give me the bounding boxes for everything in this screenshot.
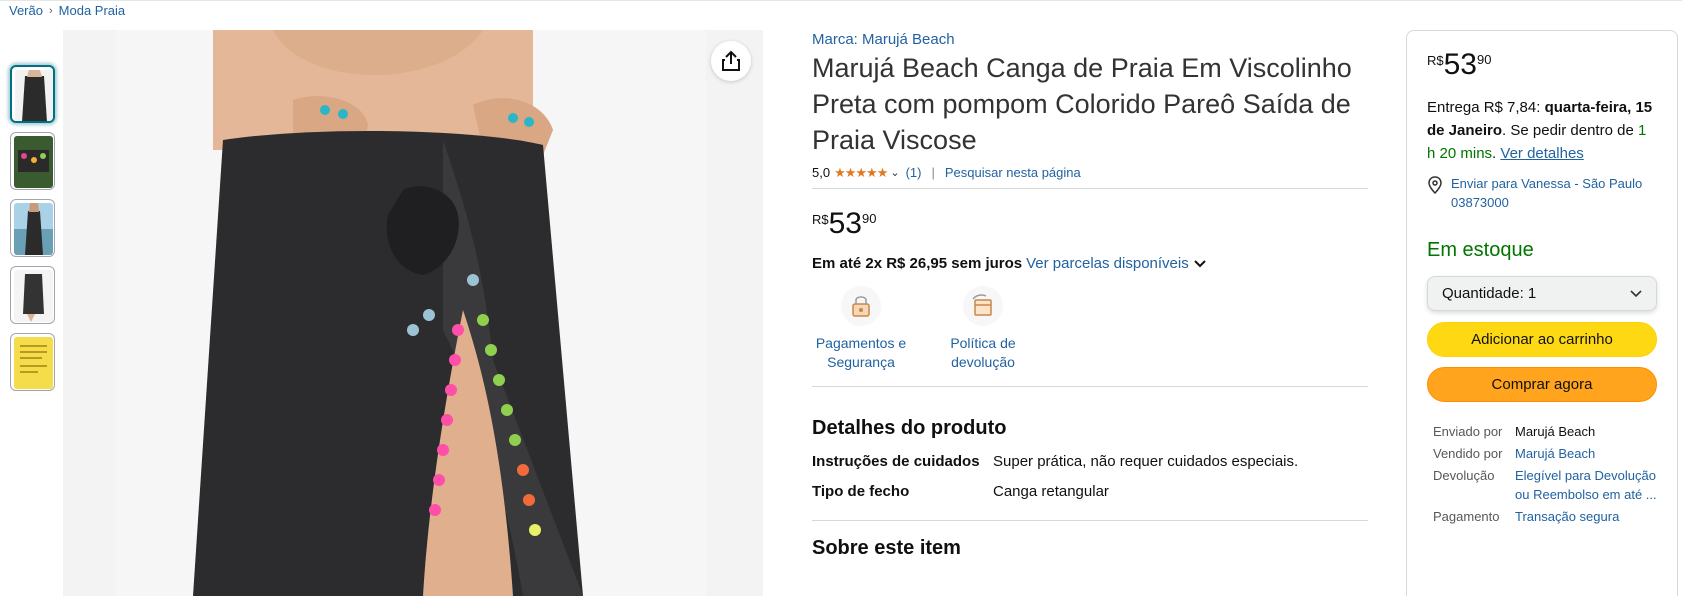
ship-to-address[interactable]: Enviar para Vanessa - São Paulo 03873000 [1427, 174, 1657, 212]
product-info: Marca: Marujá Beach Marujá Beach Canga d… [812, 30, 1368, 560]
table-row: Instruções de cuidados Super prática, nã… [812, 450, 1368, 473]
detail-key: Tipo de fecho [812, 483, 910, 500]
rating-row: 5,0 ★★★★★ ⌄ (1) | Pesquisar nesta página [812, 163, 1368, 189]
installments-text: Em até 2x R$ 26,95 sem juros [812, 255, 1023, 272]
add-to-cart-button[interactable]: Adicionar ao carrinho [1427, 322, 1657, 357]
delivery-details-link[interactable]: Ver detalhes [1500, 145, 1583, 162]
return-policy-link[interactable]: Elegível para Devolução ou Reembolso em … [1515, 466, 1657, 504]
lock-icon [841, 286, 881, 326]
detail-value: Canga retangular [993, 483, 1109, 500]
divider: | [931, 165, 935, 180]
delivery-info: Entrega R$ 7,84: quarta-feira, 15 de Jan… [1427, 99, 1653, 162]
trust-badges: Pagamentos e Segurança Política de devol… [812, 286, 1368, 387]
detail-key: Instruções de cuidados [812, 453, 980, 470]
breadcrumb: Verão › Moda Praia [9, 3, 125, 18]
details-heading: Detalhes do produto [812, 417, 1007, 439]
quantity-select[interactable]: Quantidade: 1 [1427, 276, 1657, 311]
shipped-by-label: Enviado por [1433, 424, 1503, 439]
badge-label: Pagamentos e Segurança [815, 335, 907, 370]
buybox-price: R$ 53 90 [1427, 48, 1657, 82]
thumbnail-strip [10, 65, 56, 400]
price-whole: 53 [828, 207, 862, 240]
brand-link[interactable]: Marca: Marujá Beach [812, 31, 1368, 48]
thumbnail-4[interactable] [10, 266, 55, 324]
installments: Em até 2x R$ 26,95 sem juros Ver parcela… [812, 255, 1368, 272]
detail-value: Super prática, não requer cuidados espec… [993, 453, 1299, 470]
price-whole: 53 [1443, 48, 1477, 81]
price-currency: R$ [812, 212, 829, 227]
badge-payments-security[interactable]: Pagamentos e Segurança [812, 286, 910, 372]
sold-by-label: Vendido por [1433, 446, 1503, 461]
sold-by-link[interactable]: Marujá Beach [1515, 444, 1657, 463]
rating-count-link[interactable]: (1) [906, 165, 922, 180]
thumbnail-2-image [14, 136, 53, 188]
star-rating-icon[interactable]: ★★★★★ [834, 165, 888, 181]
breadcrumb-separator: › [48, 4, 53, 17]
seller-info: Enviado por Marujá Beach Vendido por Mar… [1427, 422, 1657, 526]
table-row: Devolução Elegível para Devolução ou Ree… [1427, 466, 1657, 504]
share-icon [722, 50, 740, 71]
details-table: Instruções de cuidados Super prática, nã… [812, 450, 1368, 521]
shipped-by-value: Marujá Beach [1515, 424, 1596, 439]
table-row: Tipo de fecho Canga retangular [812, 480, 1368, 503]
thumbnail-5[interactable] [10, 333, 55, 391]
ship-to-label: Enviar para Vanessa - São Paulo 03873000 [1451, 176, 1643, 210]
top-divider [0, 0, 1682, 3]
payment-label: Pagamento [1433, 509, 1500, 524]
buy-box: R$ 53 90 Entrega R$ 7,84: quarta-feira, … [1406, 30, 1678, 596]
thumbnail-1-image [15, 70, 53, 121]
quantity-value: 1 [1527, 285, 1537, 302]
table-row: Enviado por Marujá Beach [1427, 422, 1657, 441]
price-fraction: 90 [862, 211, 877, 226]
thumbnail-4-image [14, 270, 53, 322]
share-button[interactable] [711, 41, 751, 81]
price-fraction: 90 [1477, 52, 1492, 67]
breadcrumb-item-verao[interactable]: Verão [9, 3, 43, 18]
return-box-icon [963, 286, 1003, 326]
installments-link[interactable]: Ver parcelas disponíveis [1026, 255, 1189, 272]
delivery-prefix: Entrega R$ 7,84: [1427, 99, 1541, 116]
breadcrumb-item-moda-praia[interactable]: Moda Praia [59, 3, 125, 18]
payment-link[interactable]: Transação segura [1515, 507, 1657, 526]
thumbnail-2[interactable] [10, 132, 55, 190]
quantity-label: Quantidade: [1442, 285, 1524, 302]
product-title: Marujá Beach Canga de Praia Em Viscolinh… [812, 53, 1352, 155]
badge-label: Política de devolução [950, 335, 1016, 370]
rating-value: 5,0 [812, 165, 831, 180]
table-row: Pagamento Transação segura [1427, 507, 1657, 526]
price-currency: R$ [1427, 53, 1444, 68]
thumbnail-3-image [14, 203, 53, 255]
main-product-image[interactable] [63, 30, 763, 596]
location-pin-icon [1427, 174, 1445, 212]
return-label: Devolução [1433, 468, 1495, 483]
thumbnail-3[interactable] [10, 199, 55, 257]
chevron-down-icon[interactable]: ⌄ [890, 166, 899, 179]
badge-return-policy[interactable]: Política de devolução [934, 286, 1032, 372]
stock-status: Em estoque [1427, 239, 1534, 261]
quantity-label-group: Quantidade: 1 [1442, 285, 1536, 302]
buy-now-button[interactable]: Comprar agora [1427, 367, 1657, 402]
product-photo [63, 30, 763, 596]
thumbnail-1[interactable] [10, 65, 55, 123]
search-page-link[interactable]: Pesquisar nesta página [945, 165, 1081, 180]
table-row: Vendido por Marujá Beach [1427, 444, 1657, 463]
price: R$ 53 90 [812, 207, 1368, 241]
about-heading: Sobre este item [812, 537, 961, 559]
chevron-down-icon[interactable] [1193, 259, 1207, 269]
chevron-down-icon [1630, 289, 1642, 297]
thumbnail-5-image [14, 337, 53, 389]
delivery-mid: . Se pedir dentro de [1502, 122, 1634, 139]
